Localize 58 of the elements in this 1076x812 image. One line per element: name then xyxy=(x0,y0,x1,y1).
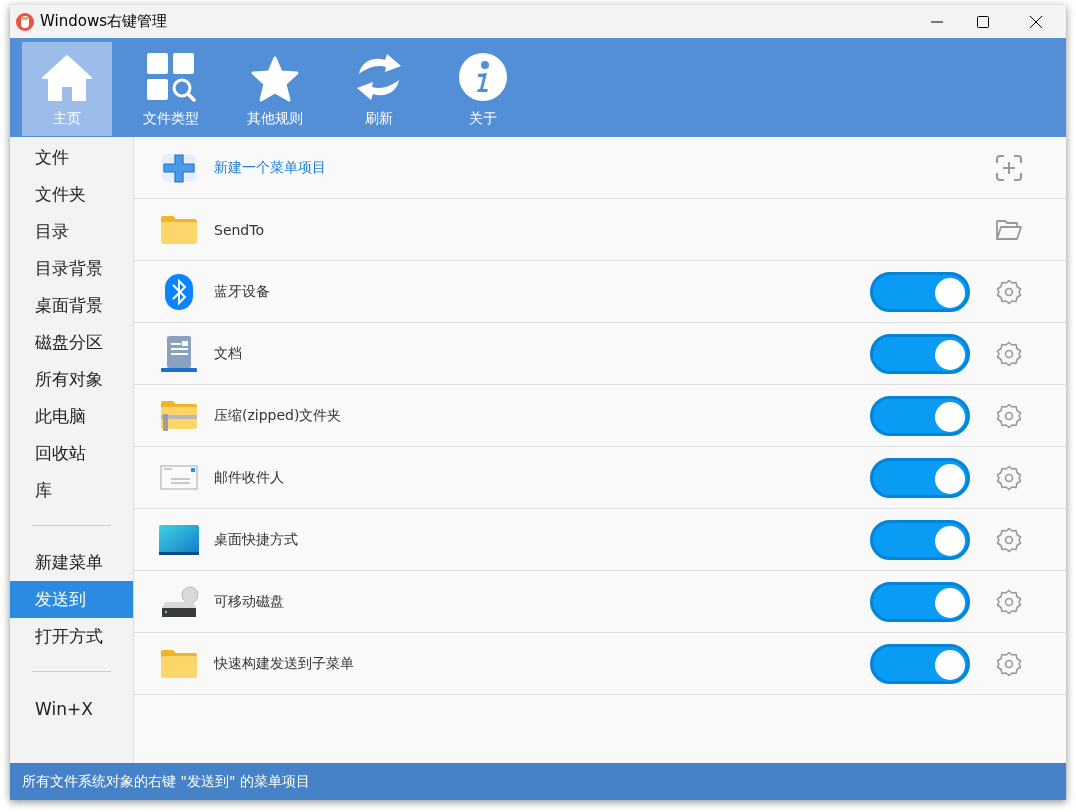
settings-icon[interactable] xyxy=(996,650,1022,677)
envelope-icon xyxy=(160,464,198,491)
sidebar-item[interactable]: 所有对象 xyxy=(10,361,133,398)
sidebar-item[interactable]: 新建菜单 xyxy=(10,544,133,581)
folder-icon xyxy=(160,648,198,679)
close-icon xyxy=(1030,15,1042,28)
toggle-switch[interactable] xyxy=(870,643,970,684)
toggle-switch[interactable] xyxy=(870,457,970,498)
item-label: 邮件收件人 xyxy=(214,468,285,487)
toggle-switch[interactable] xyxy=(870,581,970,622)
settings-icon[interactable] xyxy=(996,588,1022,615)
app-logo-icon xyxy=(16,12,34,31)
item-label: 压缩(zipped)文件夹 xyxy=(214,406,343,425)
star-icon xyxy=(251,56,299,102)
sidebar-item[interactable]: 文件 xyxy=(10,139,133,176)
settings-icon[interactable] xyxy=(996,340,1022,367)
info-icon xyxy=(458,52,508,102)
item-label: 文档 xyxy=(214,344,243,363)
sidebar-item[interactable]: Win+X xyxy=(10,690,133,727)
sidebar-item[interactable]: 目录背景 xyxy=(10,250,133,287)
sidebar-item[interactable]: 回收站 xyxy=(10,435,133,472)
item-label: SendTo xyxy=(214,221,265,238)
home-icon xyxy=(41,54,93,102)
settings-icon[interactable] xyxy=(996,526,1022,553)
minimize-icon xyxy=(931,20,943,23)
refresh-icon xyxy=(355,52,403,102)
add-icon[interactable] xyxy=(996,154,1022,181)
folder-icon xyxy=(160,214,198,245)
maximize-icon xyxy=(977,15,989,28)
sidebar-item[interactable]: 库 xyxy=(10,472,133,509)
grid-search-icon xyxy=(146,52,196,102)
toggle-switch[interactable] xyxy=(870,333,970,374)
settings-icon[interactable] xyxy=(996,402,1022,429)
document-icon xyxy=(160,334,198,373)
sidebar-item[interactable]: 此电脑 xyxy=(10,398,133,435)
item-label: 快速构建发送到子菜单 xyxy=(214,654,355,673)
item-label: 桌面快捷方式 xyxy=(214,530,299,549)
settings-icon[interactable] xyxy=(996,464,1022,491)
sidebar-item[interactable]: 桌面背景 xyxy=(10,287,133,324)
sidebar-item[interactable]: 发送到 xyxy=(10,581,133,618)
new-item-link[interactable]: 新建一个菜单项目 xyxy=(214,158,970,177)
window-title: Windows右键管理 xyxy=(40,12,168,31)
zip-folder-icon xyxy=(160,399,198,432)
settings-icon[interactable] xyxy=(996,278,1022,305)
status-text: 所有文件系统对象的右键 "发送到" 的菜单项目 xyxy=(22,772,310,791)
item-label: 蓝牙设备 xyxy=(214,282,271,301)
sidebar-item[interactable]: 文件夹 xyxy=(10,176,133,213)
toggle-switch[interactable] xyxy=(870,519,970,560)
toggle-switch[interactable] xyxy=(870,395,970,436)
toggle-switch[interactable] xyxy=(870,271,970,312)
disk-drive-icon xyxy=(160,585,198,618)
item-label: 可移动磁盘 xyxy=(214,592,285,611)
bluetooth-icon xyxy=(164,272,194,311)
monitor-icon xyxy=(158,523,200,556)
sidebar-item[interactable]: 磁盘分区 xyxy=(10,324,133,361)
open-folder-icon[interactable] xyxy=(996,218,1022,241)
sidebar-item[interactable]: 目录 xyxy=(10,213,133,250)
sidebar-item[interactable]: 打开方式 xyxy=(10,618,133,655)
